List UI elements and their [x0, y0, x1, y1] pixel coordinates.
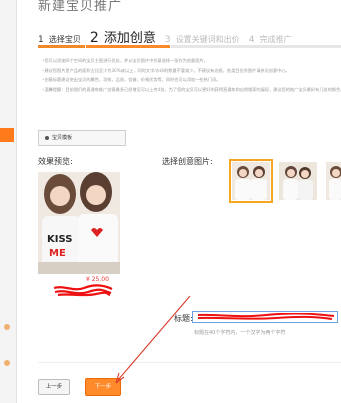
headline-hint: 标题在40个字符内，一个汉字为两个字符 [194, 330, 286, 336]
step-3: 3 设置关键词和出价 [165, 27, 240, 46]
step-progress-todo [171, 45, 341, 48]
left-nav-active-marker[interactable] [0, 128, 14, 142]
template-selector[interactable]: 宝贝模板 [38, 130, 126, 146]
left-sidebar-strip [0, 0, 17, 403]
step-progress-done [38, 45, 85, 48]
preview-label: 效果预览: [38, 157, 73, 166]
creative-picker-label: 选择创意图片: [162, 157, 213, 166]
preview-image: KISS ME [38, 172, 120, 274]
radio-dot-icon [45, 135, 49, 140]
step-number: 3 [164, 35, 171, 45]
svg-text:KISS: KISS [47, 234, 72, 245]
template-label: 宝贝模板 [52, 135, 73, 141]
step-label: 完成推广 [259, 35, 292, 44]
tip-item: 您可以添加四个空间的宝贝主图进行优化，并从宝贝图片中任意选择一张作为创意图片。 [42, 56, 341, 66]
step-2: 2 添加创意 [90, 27, 156, 46]
creative-thumbnail[interactable] [326, 162, 341, 200]
step-number: 1 [38, 35, 44, 45]
left-nav-dot [4, 360, 10, 366]
step-number: 4 [248, 35, 255, 45]
creative-thumbnail[interactable] [279, 162, 317, 200]
thumbnail-photo [326, 162, 341, 200]
thumbnail-photo [279, 162, 317, 200]
tip-item: 创意标题建议突出宝贝的属性，功效，品质，信誉，价格优势等，同时也可以添加一些热门… [42, 75, 341, 85]
thumbnail-photo [232, 162, 270, 200]
redaction-scribble [197, 313, 335, 320]
step-progress-active [86, 45, 170, 48]
main-panel: 新建宝贝推广 1 选择宝贝 2 添加创意 3 设置关键词和出价 4 完成推广 您… [22, 0, 341, 403]
step-indicator: 1 选择宝贝 2 添加创意 3 设置关键词和出价 4 完成推广 [38, 27, 301, 46]
svg-text:ME: ME [49, 248, 66, 259]
headline-label: 标题: [174, 314, 193, 323]
preview-price: ¥ 25.00 [86, 276, 109, 283]
footer-divider [38, 362, 341, 363]
step-1: 1 选择宝贝 [38, 27, 81, 46]
step-label: 设置关键词和出价 [175, 35, 240, 44]
redaction-scribble [53, 284, 113, 297]
step-label: 选择宝贝 [48, 35, 81, 44]
step-number: 2 [89, 30, 99, 46]
step-label: 添加创意 [103, 31, 156, 46]
next-step-button[interactable]: 下一步 [85, 378, 121, 396]
creative-thumbnail[interactable] [229, 159, 273, 203]
preview-photo: KISS ME [38, 172, 120, 274]
tip-item: 建议您图片里产品的面积占比至少为30%或以上，同时文字/水印的数量不要减少，不建… [42, 66, 341, 76]
tip-item: 温馨提醒：目前我们的直通车推广创意最多已经增至可以上传4张，为了您的宝贝可以更好… [42, 85, 341, 95]
page-root: 新建宝贝推广 1 选择宝贝 2 添加创意 3 设置关键词和出价 4 完成推广 您… [0, 0, 341, 403]
tips-list: 您可以添加四个空间的宝贝主图进行优化，并从宝贝图片中任意选择一张作为创意图片。 … [42, 56, 341, 94]
page-title: 新建宝贝推广 [38, 0, 123, 14]
prev-step-button[interactable]: 上一步 [38, 379, 70, 395]
step-4: 4 完成推广 [249, 27, 292, 46]
left-nav-dot [4, 324, 10, 330]
